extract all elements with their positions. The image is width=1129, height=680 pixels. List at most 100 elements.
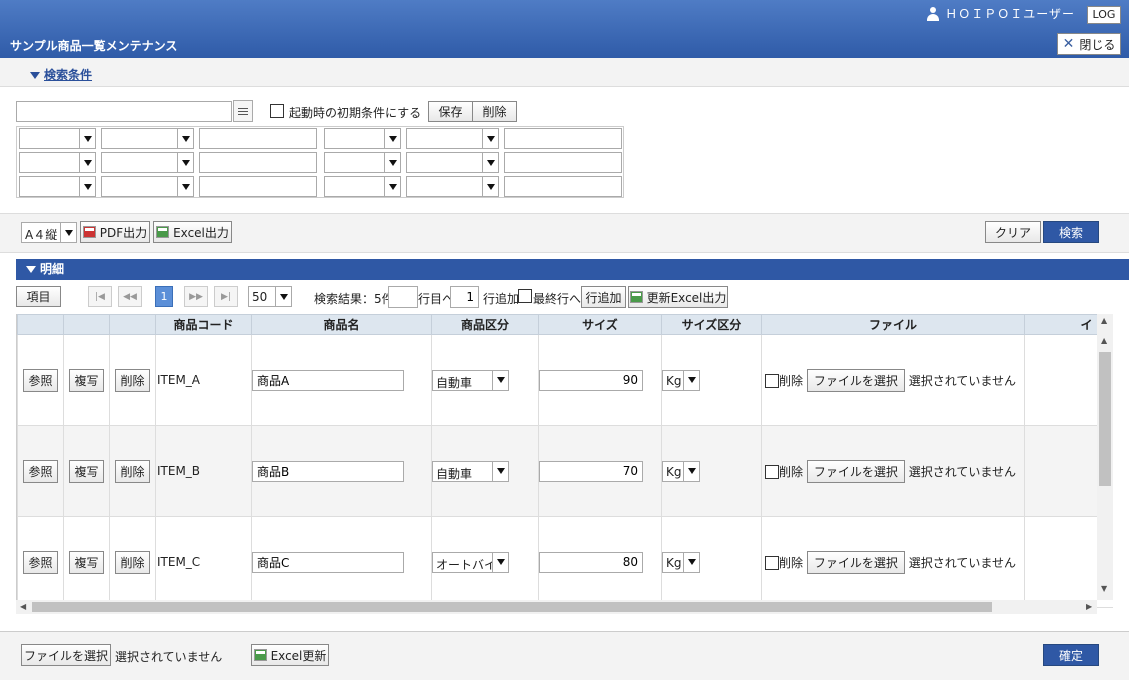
log-button[interactable]: LOG xyxy=(1087,6,1121,24)
goto-row-input[interactable] xyxy=(388,286,418,308)
size-unit-select[interactable]: Kg xyxy=(662,369,700,391)
reference-button[interactable]: 参照 xyxy=(23,459,58,483)
category-select[interactable]: 自動車 xyxy=(432,369,509,391)
page-size-select[interactable]: 50 xyxy=(248,286,292,307)
search-button[interactable]: 検索 xyxy=(1043,221,1099,243)
size-unit-select[interactable]: Kg xyxy=(662,460,700,482)
row-delete-button[interactable]: 削除 xyxy=(115,459,150,483)
row-delete-button[interactable]: 削除 xyxy=(115,550,150,574)
condition-value-input[interactable] xyxy=(504,152,622,173)
condition-field-select[interactable] xyxy=(324,176,401,197)
clear-button[interactable]: クリア xyxy=(985,221,1041,243)
condition-operator-select[interactable] xyxy=(101,152,194,173)
horizontal-scrollbar[interactable]: ◀ ▶ xyxy=(16,600,1097,614)
add-count-input[interactable] xyxy=(450,286,479,308)
last-row-label: 最終行へ xyxy=(533,292,582,306)
condition-value-input[interactable] xyxy=(199,152,317,173)
vertical-scrollbar[interactable]: ▲ ▲ ▼ xyxy=(1097,314,1113,600)
row-delete-button[interactable]: 削除 xyxy=(115,368,150,392)
add-row-button[interactable]: 行追加 xyxy=(581,286,626,308)
current-page[interactable]: 1 xyxy=(155,286,173,307)
scroll-up-icon[interactable]: ▲ xyxy=(1101,336,1107,345)
excel-update-button[interactable]: Excel更新 xyxy=(251,644,329,666)
scroll-up-icon[interactable]: ▲ xyxy=(1101,316,1107,325)
scroll-left-icon[interactable]: ◀ xyxy=(20,602,26,611)
startup-checkbox[interactable] xyxy=(270,104,284,118)
column-header-size[interactable]: サイズ xyxy=(538,314,662,335)
detail-grid: 商品コード 商品名 商品区分 サイズ サイズ区分 ファイル イ 参照 複写 削除… xyxy=(16,314,1113,614)
file-delete-checkbox[interactable] xyxy=(765,465,779,479)
first-page-icon[interactable]: |◀ xyxy=(88,286,112,307)
pdf-output-button[interactable]: PDF出力 xyxy=(80,221,150,243)
condition-field-select[interactable] xyxy=(19,176,96,197)
choose-file-button[interactable]: ファイルを選択 xyxy=(806,550,905,574)
file-delete-checkbox[interactable] xyxy=(765,556,779,570)
file-status: 選択されていません xyxy=(908,555,1016,570)
condition-value-input[interactable] xyxy=(199,128,317,149)
column-header-file[interactable]: ファイル xyxy=(761,314,1025,335)
copy-button[interactable]: 複写 xyxy=(69,550,104,574)
condition-field-select[interactable] xyxy=(19,152,96,173)
file-delete-checkbox[interactable] xyxy=(765,374,779,388)
reference-button[interactable]: 参照 xyxy=(23,550,58,574)
condition-operator-select[interactable] xyxy=(406,176,499,197)
copy-button[interactable]: 複写 xyxy=(69,368,104,392)
update-excel-label: 更新Excel出力 xyxy=(646,290,727,305)
triangle-down-icon xyxy=(30,72,40,79)
list-icon[interactable] xyxy=(233,100,253,122)
size-input[interactable] xyxy=(539,551,643,573)
confirm-button[interactable]: 確定 xyxy=(1043,644,1099,666)
condition-field-select[interactable] xyxy=(324,152,401,173)
category-select[interactable]: オートバイ xyxy=(432,551,509,573)
column-header-name[interactable]: 商品名 xyxy=(251,314,432,335)
condition-operator-select[interactable] xyxy=(101,176,194,197)
item-code: ITEM_B xyxy=(157,464,201,478)
item-name-input[interactable] xyxy=(252,551,404,573)
size-input[interactable] xyxy=(539,369,643,391)
prev-page-icon[interactable]: ◀◀ xyxy=(118,286,142,307)
vertical-scroll-thumb[interactable] xyxy=(1099,352,1111,486)
condition-operator-select[interactable] xyxy=(101,128,194,149)
choose-file-button[interactable]: ファイルを選択 xyxy=(806,368,905,392)
last-page-icon[interactable]: ▶| xyxy=(214,286,238,307)
column-header-size-unit[interactable]: サイズ区分 xyxy=(661,314,762,335)
category-select[interactable]: 自動車 xyxy=(432,460,509,482)
close-button[interactable]: ✕ 閉じる xyxy=(1057,33,1121,55)
items-button[interactable]: 項目 xyxy=(16,286,61,307)
condition-field-select[interactable] xyxy=(324,128,401,149)
scroll-down-icon[interactable]: ▼ xyxy=(1101,584,1107,593)
item-name-input[interactable] xyxy=(252,369,404,391)
footer-choose-file-button[interactable]: ファイルを選択 xyxy=(21,644,111,666)
horizontal-scroll-thumb[interactable] xyxy=(32,602,992,612)
choose-file-button[interactable]: ファイルを選択 xyxy=(806,459,905,483)
condition-operator-select[interactable] xyxy=(406,128,499,149)
excel-output-button[interactable]: Excel出力 xyxy=(153,221,232,243)
condition-operator-select[interactable] xyxy=(406,152,499,173)
column-header-code[interactable]: 商品コード xyxy=(155,314,252,335)
file-delete-label: 削除 xyxy=(779,464,804,479)
column-header-category[interactable]: 商品区分 xyxy=(431,314,539,335)
delete-button[interactable]: 削除 xyxy=(472,101,517,122)
condition-value-input[interactable] xyxy=(199,176,317,197)
last-row-checkbox[interactable] xyxy=(518,289,532,303)
item-name-input[interactable] xyxy=(252,460,404,482)
search-conditions-toggle[interactable]: 検索条件 xyxy=(30,66,92,83)
saved-condition-input[interactable] xyxy=(16,101,232,122)
save-button[interactable]: 保存 xyxy=(428,101,473,122)
condition-value-input[interactable] xyxy=(504,128,622,149)
next-page-icon[interactable]: ▶▶ xyxy=(184,286,208,307)
detail-section-header[interactable]: 明細 xyxy=(16,259,1129,280)
scroll-right-icon[interactable]: ▶ xyxy=(1086,602,1092,611)
condition-field-select[interactable] xyxy=(19,128,96,149)
triangle-down-icon xyxy=(26,266,36,273)
goto-row-label[interactable]: 行目へ xyxy=(418,290,454,307)
copy-button[interactable]: 複写 xyxy=(69,459,104,483)
close-icon: ✕ xyxy=(1062,36,1075,52)
search-header-band xyxy=(0,58,1129,87)
paper-size-select[interactable]: A４縦 xyxy=(21,222,77,243)
update-excel-button[interactable]: 更新Excel出力 xyxy=(628,286,728,308)
reference-button[interactable]: 参照 xyxy=(23,368,58,392)
condition-value-input[interactable] xyxy=(504,176,622,197)
size-unit-select[interactable]: Kg xyxy=(662,551,700,573)
size-input[interactable] xyxy=(539,460,643,482)
